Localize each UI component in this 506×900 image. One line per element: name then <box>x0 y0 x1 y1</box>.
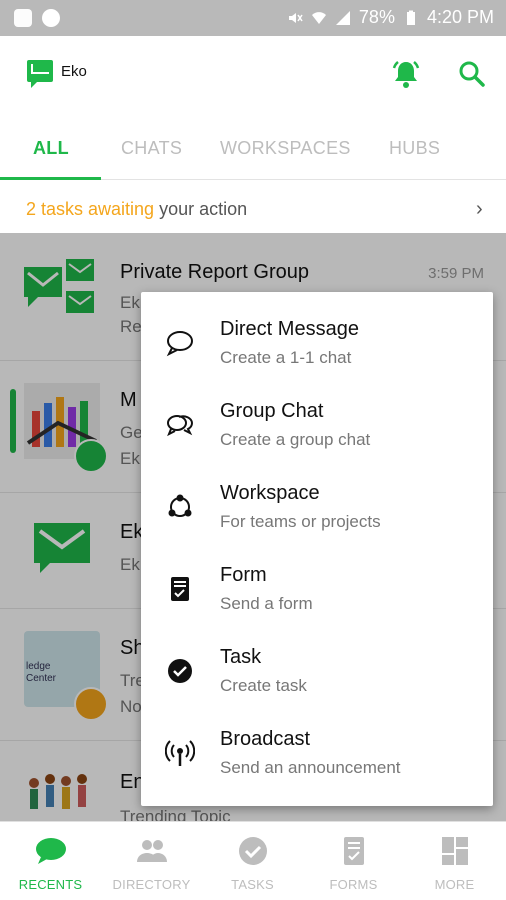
menu-item-subtitle: Create a 1-1 chat <box>220 348 352 367</box>
nav-tasks[interactable]: TASKS <box>202 822 303 900</box>
nav-directory[interactable]: DIRECTORY <box>101 822 202 900</box>
mute-icon <box>288 12 303 23</box>
menu-item-title: Direct Message <box>220 318 359 340</box>
people-icon <box>137 840 167 862</box>
forms-icon <box>344 837 364 865</box>
clock: 4:20 PM <box>426 7 494 27</box>
tasks-banner-text: 2 tasks awaiting your action <box>26 199 247 220</box>
create-menu: Direct Message Create a 1-1 chat Group C… <box>141 292 493 806</box>
menu-item-title: Workspace <box>220 482 320 504</box>
nav-recents[interactable]: RECENTS <box>0 822 101 900</box>
form-icon <box>171 577 189 601</box>
gallery-notification-icon <box>14 9 32 27</box>
menu-item-broadcast[interactable]: Broadcast Send an announcement <box>141 716 493 798</box>
active-tab-indicator <box>0 177 101 180</box>
nav-label: DIRECTORY <box>112 877 191 892</box>
nav-label: TASKS <box>231 877 274 892</box>
task-check-icon <box>168 659 192 683</box>
eko-logo-icon <box>27 60 53 88</box>
nav-label: MORE <box>434 877 475 892</box>
menu-item-title: Task <box>220 646 262 668</box>
tab-workspaces[interactable]: WORKSPACES <box>220 138 351 159</box>
broadcast-icon <box>165 740 195 766</box>
tasks-banner[interactable]: 2 tasks awaiting your action › <box>0 181 506 233</box>
chevron-right-icon: › <box>476 198 483 220</box>
menu-item-title: Broadcast <box>220 728 311 750</box>
menu-item-task[interactable]: Task Create task <box>141 634 493 716</box>
tab-all[interactable]: ALL <box>33 138 69 159</box>
nav-label: RECENTS <box>18 877 83 892</box>
status-bar: 78% 4:20 PM <box>0 0 506 36</box>
grid-more-icon <box>442 837 468 865</box>
menu-item-form[interactable]: Form Send a form <box>141 552 493 634</box>
tasks-count-highlight: 2 tasks awaiting <box>26 199 155 219</box>
bell-icon[interactable] <box>390 58 422 90</box>
battery-icon <box>406 10 415 25</box>
menu-item-direct-message[interactable]: Direct Message Create a 1-1 chat <box>141 306 493 388</box>
signal-icon <box>335 10 350 25</box>
menu-item-subtitle: Create a group chat <box>220 430 371 449</box>
menu-item-subtitle: For teams or projects <box>220 512 381 531</box>
battery-percent: 78% <box>358 7 395 27</box>
menu-item-subtitle: Send an announcement <box>220 758 401 777</box>
app-name: Eko <box>61 63 87 80</box>
messenger-notification-icon <box>42 9 60 27</box>
chat-bubble-icon <box>166 331 193 357</box>
menu-item-title: Form <box>220 564 267 586</box>
group-chat-icon <box>167 415 194 437</box>
nav-more[interactable]: MORE <box>404 822 505 900</box>
menu-item-workspace[interactable]: Workspace For teams or projects <box>141 470 493 552</box>
tab-hubs[interactable]: HUBS <box>389 138 440 159</box>
menu-item-subtitle: Send a form <box>220 594 313 613</box>
menu-item-group-chat[interactable]: Group Chat Create a group chat <box>141 388 493 470</box>
search-icon[interactable] <box>458 60 486 88</box>
bottom-navigation: RECENTS DIRECTORY TASKS FORMS MORE <box>0 821 506 900</box>
menu-item-subtitle: Create task <box>220 676 307 695</box>
workspace-icon <box>168 494 192 517</box>
tasks-banner-rest: your action <box>154 199 248 219</box>
wifi-icon <box>311 11 326 24</box>
app-header: Eko <box>0 36 506 114</box>
menu-item-title: Group Chat <box>220 400 324 422</box>
tasks-check-icon <box>239 837 267 865</box>
recents-chat-icon <box>36 838 66 864</box>
tab-chats[interactable]: CHATS <box>121 138 182 159</box>
nav-label: FORMS <box>329 877 378 892</box>
filter-tabs: ALL CHATS WORKSPACES HUBS <box>0 114 506 180</box>
nav-forms[interactable]: FORMS <box>303 822 404 900</box>
